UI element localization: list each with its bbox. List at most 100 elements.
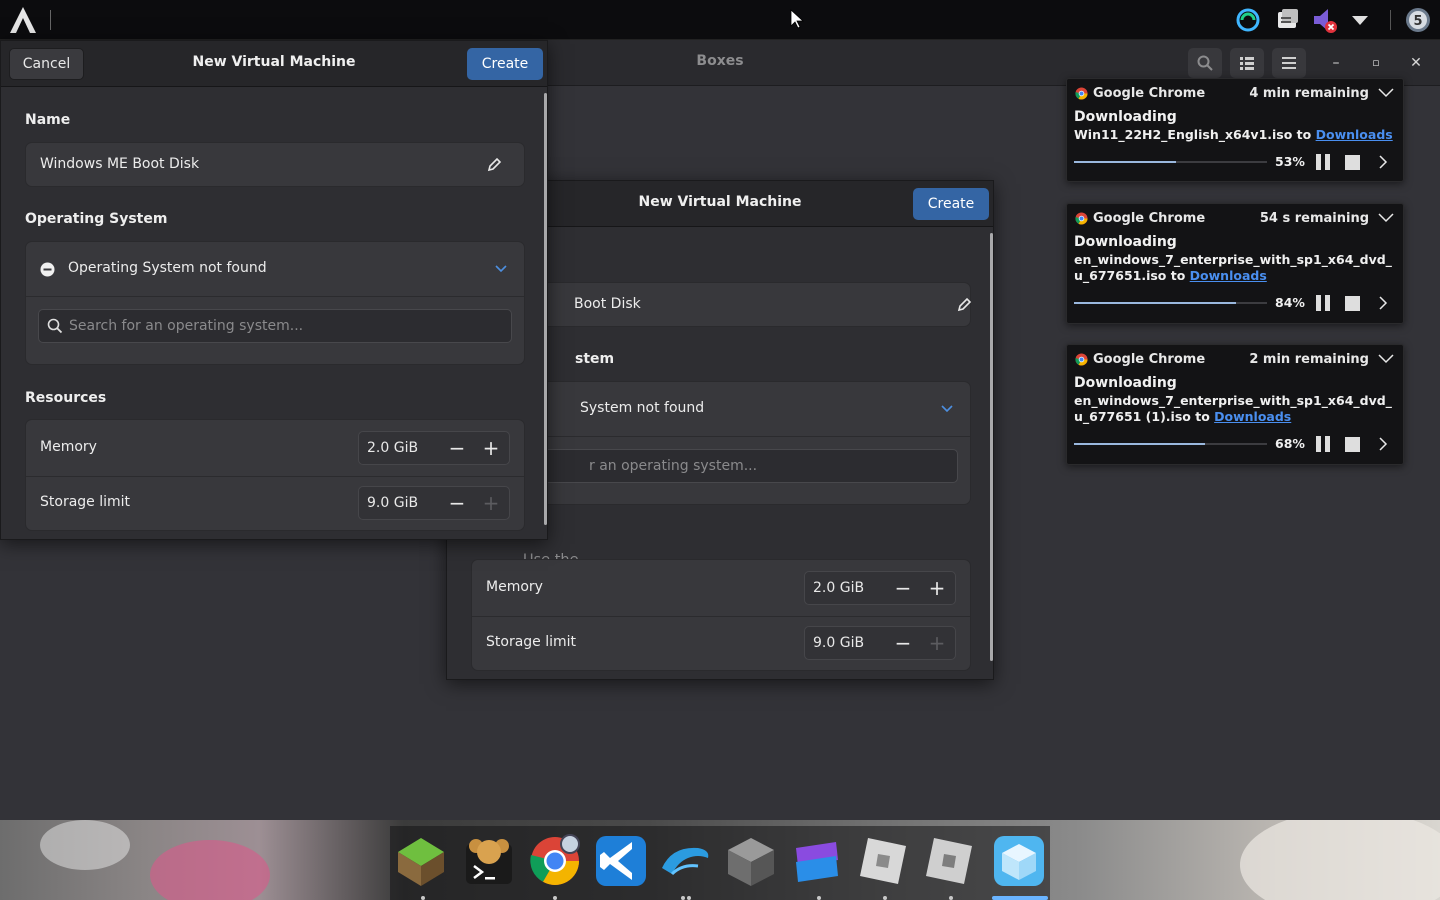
decrement-icon[interactable]: −: [891, 577, 915, 601]
download-percent: 68%: [1275, 436, 1305, 451]
downloads-link[interactable]: Downloads: [1190, 268, 1267, 283]
back-name-text: Boot Disk: [574, 296, 641, 312]
downloads-link[interactable]: Downloads: [1214, 409, 1291, 424]
gnome-boxes-icon[interactable]: [992, 834, 1046, 888]
create-button[interactable]: Create: [467, 48, 543, 80]
notification-title: Downloading: [1074, 375, 1177, 391]
dialog-title: New Virtual Machine: [192, 54, 356, 70]
back-os-search[interactable]: r an operating system...: [484, 449, 958, 483]
back-os-search-text: r an operating system...: [589, 458, 758, 474]
chrome-icon: [1075, 212, 1088, 225]
download-percent: 84%: [1275, 295, 1305, 310]
active-app-indicator: [992, 896, 1048, 900]
view-toggle-button[interactable]: [1230, 48, 1264, 78]
download-notification[interactable]: Google Chrome 54 s remaining Downloading…: [1066, 203, 1404, 324]
os-search-placeholder: Search for an operating system...: [69, 318, 304, 334]
arch-linux-logo-icon[interactable]: [8, 6, 38, 34]
chevron-down-icon[interactable]: [1377, 85, 1395, 101]
minecraft-icon[interactable]: [394, 834, 448, 888]
volume-muted-icon[interactable]: [1310, 6, 1338, 34]
os-card: Operating System not found Search for an…: [25, 241, 525, 365]
pause-icon[interactable]: [1315, 436, 1331, 452]
chevron-down-icon[interactable]: [1377, 210, 1395, 226]
downloads-link[interactable]: Downloads: [1316, 127, 1393, 142]
name-field[interactable]: Windows ME Boot Disk: [25, 142, 525, 187]
decrement-icon[interactable]: −: [445, 437, 469, 461]
close-button[interactable]: ✕: [1406, 53, 1426, 73]
download-notification[interactable]: Google Chrome 2 min remaining Downloadin…: [1066, 344, 1404, 465]
back-memory-stepper[interactable]: 2.0 GiB − +: [804, 571, 956, 605]
roblox-icon[interactable]: [856, 834, 910, 888]
download-progress-bar: [1074, 161, 1267, 163]
terminal-icon[interactable]: [462, 834, 516, 888]
notification-body: en_windows_7_enterprise_with_sp1_x64_dvd…: [1074, 393, 1394, 425]
back-storage-stepper[interactable]: 9.0 GiB − +: [804, 626, 956, 660]
memory-value[interactable]: 2.0 GiB: [367, 440, 418, 456]
download-notification[interactable]: Google Chrome 4 min remaining Downloadin…: [1066, 78, 1404, 182]
tray-separator: [1390, 10, 1391, 30]
increment-icon[interactable]: +: [479, 437, 503, 461]
main-menu-button[interactable]: [1272, 48, 1306, 78]
edit-pencil-icon[interactable]: [956, 297, 972, 313]
back-os-label: stem: [575, 351, 615, 367]
pause-icon[interactable]: [1315, 154, 1331, 170]
chevron-down-icon[interactable]: [940, 404, 954, 414]
download-progress-bar: [1074, 302, 1267, 304]
panel-separator: [50, 10, 51, 30]
back-create-button[interactable]: Create: [913, 188, 989, 220]
os-search-input[interactable]: Search for an operating system...: [38, 309, 512, 343]
steam-badge-icon[interactable]: 5: [1404, 6, 1432, 34]
chevron-right-icon[interactable]: [1377, 295, 1389, 311]
sync-icon[interactable]: [1234, 6, 1262, 34]
edit-pencil-icon[interactable]: [486, 157, 502, 173]
stop-icon[interactable]: [1345, 437, 1360, 452]
search-button[interactable]: [1188, 48, 1222, 78]
name-value[interactable]: Windows ME Boot Disk: [40, 156, 199, 172]
google-chrome-icon[interactable]: [528, 834, 582, 888]
back-os-value[interactable]: System not found: [580, 400, 704, 416]
os-value[interactable]: Operating System not found: [68, 260, 267, 276]
back-memory-label: Memory: [486, 579, 543, 595]
chrome-icon: [1075, 87, 1088, 100]
stop-icon[interactable]: [1345, 296, 1360, 311]
package-manager-icon[interactable]: [724, 834, 778, 888]
roblox-studio-icon[interactable]: [922, 834, 976, 888]
vscode-icon[interactable]: [594, 834, 648, 888]
os-divider: [26, 296, 524, 297]
resources-divider: [26, 476, 524, 477]
maximize-button[interactable]: ▫: [1366, 53, 1386, 73]
resources-card: Memory 2.0 GiB − + Storage limit 9.0 GiB…: [25, 419, 525, 531]
storage-value[interactable]: 9.0 GiB: [367, 495, 418, 511]
notification-title: Downloading: [1074, 234, 1177, 250]
dialog-scrollbar[interactable]: [544, 93, 547, 525]
storage-stepper[interactable]: 9.0 GiB − +: [358, 486, 510, 520]
decrement-icon[interactable]: −: [891, 632, 915, 656]
chevron-down-icon[interactable]: [494, 264, 508, 274]
chevron-right-icon[interactable]: [1377, 154, 1389, 170]
wallpaper-blob: [1240, 820, 1440, 900]
back-dialog-title: New Virtual Machine: [638, 194, 802, 210]
download-percent: 53%: [1275, 154, 1305, 169]
gradient-app-icon[interactable]: [790, 834, 844, 888]
minimize-button[interactable]: –: [1326, 53, 1346, 73]
increment-icon: +: [482, 491, 500, 515]
cancel-button[interactable]: Cancel: [9, 48, 84, 80]
wallpaper-blob: [150, 840, 270, 900]
increment-icon[interactable]: +: [925, 577, 949, 601]
time-remaining: 2 min remaining: [1249, 352, 1369, 367]
memory-stepper[interactable]: 2.0 GiB − +: [358, 431, 510, 465]
stop-icon[interactable]: [1345, 155, 1360, 170]
download-progress-bar: [1074, 443, 1267, 445]
chevron-right-icon[interactable]: [1377, 436, 1389, 452]
decrement-icon[interactable]: −: [445, 492, 469, 516]
chevron-down-icon[interactable]: [1377, 351, 1395, 367]
increment-icon: +: [928, 631, 946, 655]
system-tray: 5: [1220, 0, 1440, 40]
pause-icon[interactable]: [1315, 295, 1331, 311]
back-dialog-scrollbar[interactable]: [990, 233, 993, 661]
notifications-icon[interactable]: [1274, 6, 1302, 34]
time-remaining: 54 s remaining: [1259, 211, 1369, 226]
dolphin-emulator-icon[interactable]: [658, 834, 712, 888]
back-resources-card: Memory 2.0 GiB − + Storage limit 9.0 GiB…: [471, 559, 971, 671]
dropdown-arrow-icon[interactable]: [1346, 6, 1374, 34]
